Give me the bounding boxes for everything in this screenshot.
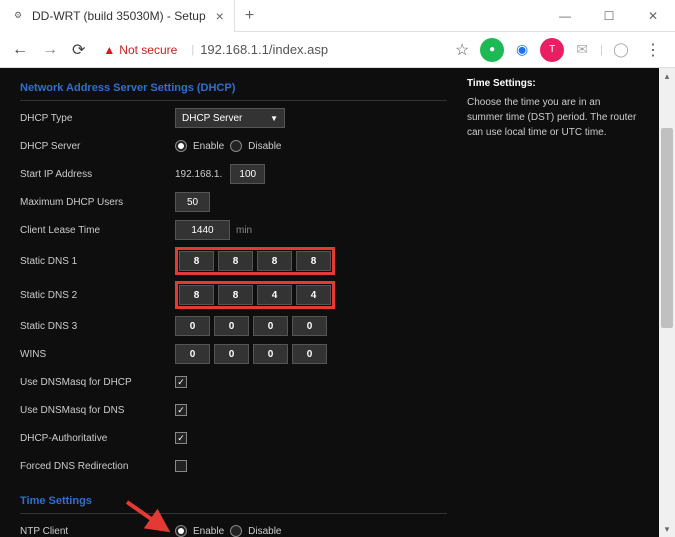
chevron-down-icon: ▼ [270, 114, 278, 123]
ip-prefix: 192.168.1. [175, 169, 222, 180]
dhcp-auth-checkbox[interactable]: ✓ [175, 432, 187, 444]
back-button[interactable]: ← [8, 37, 32, 63]
dns2-oct3[interactable]: 4 [257, 285, 292, 305]
label-dns3: Static DNS 3 [20, 321, 175, 332]
dns3-oct1[interactable]: 0 [175, 316, 210, 336]
label-start-ip: Start IP Address [20, 169, 175, 180]
extension-icon-3[interactable]: T [540, 38, 564, 62]
dhcp-section-title: Network Address Server Settings (DHCP) [20, 76, 447, 101]
label-wins: WINS [20, 349, 175, 360]
max-users-input[interactable]: 50 [175, 192, 210, 212]
dns2-oct4[interactable]: 4 [296, 285, 331, 305]
url-separator: | [191, 44, 194, 56]
scrollbar[interactable]: ▴ ▾ [659, 68, 675, 537]
label-dnsmasq-dns: Use DNSMasq for DNS [20, 405, 175, 416]
label-dns2: Static DNS 2 [20, 290, 175, 301]
page-content: ▴ ▾ Network Address Server Settings (DHC… [0, 68, 675, 537]
label-dhcp-auth: DHCP-Authoritative [20, 433, 175, 444]
reload-button[interactable]: ⟳ [68, 36, 89, 64]
browser-titlebar: ⚙ DD-WRT (build 35030M) - Setup × + — ☐ … [0, 0, 675, 32]
dns3-oct2[interactable]: 0 [214, 316, 249, 336]
label-dhcp-server: DHCP Server [20, 141, 175, 152]
dnsmasq-dhcp-checkbox[interactable]: ✓ [175, 376, 187, 388]
dhcp-type-select[interactable]: DHCP Server ▼ [175, 108, 285, 128]
tab-title: DD-WRT (build 35030M) - Setup [32, 9, 206, 23]
extension-icon-4[interactable]: ✉ [570, 38, 594, 62]
scrollbar-thumb[interactable] [661, 128, 673, 328]
dns2-oct1[interactable]: 8 [179, 285, 214, 305]
help-title: Time Settings: [467, 76, 637, 91]
bookmark-icon[interactable]: ☆ [450, 38, 474, 62]
ntp-disable-radio[interactable] [230, 525, 242, 537]
help-panel: Time Settings: Choose the time you are i… [467, 76, 637, 537]
wins-oct2[interactable]: 0 [214, 344, 249, 364]
wins-oct1[interactable]: 0 [175, 344, 210, 364]
lease-time-input[interactable]: 1440 [175, 220, 230, 240]
wins-oct3[interactable]: 0 [253, 344, 288, 364]
dhcp-disable-radio[interactable] [230, 140, 242, 152]
label-dns1: Static DNS 1 [20, 256, 175, 267]
close-window-icon[interactable]: ✕ [631, 0, 675, 32]
label-forced-dns: Forced DNS Redirection [20, 461, 175, 472]
warning-icon: ▲ [103, 43, 115, 57]
scroll-down-icon[interactable]: ▾ [659, 521, 675, 537]
wins-oct4[interactable]: 0 [292, 344, 327, 364]
url-text[interactable]: 192.168.1.1/index.asp [200, 42, 328, 57]
menu-icon[interactable]: ⋮ [639, 40, 667, 60]
dns1-highlight: 8 8 8 8 [175, 247, 335, 275]
ddwrt-favicon: ⚙ [10, 8, 26, 24]
profile-icon[interactable]: ◯ [609, 38, 633, 62]
label-dhcp-type: DHCP Type [20, 113, 175, 124]
help-text: Choose the time you are in an summer tim… [467, 95, 637, 140]
dns3-oct4[interactable]: 0 [292, 316, 327, 336]
minimize-icon[interactable]: — [543, 0, 587, 32]
maximize-icon[interactable]: ☐ [587, 0, 631, 32]
dns2-oct2[interactable]: 8 [218, 285, 253, 305]
dns1-oct4[interactable]: 8 [296, 251, 331, 271]
extension-icon-1[interactable]: ● [480, 38, 504, 62]
start-ip-input[interactable]: 100 [230, 164, 265, 184]
dns1-oct1[interactable]: 8 [179, 251, 214, 271]
extension-icon-2[interactable]: ◉ [510, 38, 534, 62]
new-tab-button[interactable]: + [235, 7, 264, 25]
address-bar: ← → ⟳ ▲ Not secure | 192.168.1.1/index.a… [0, 32, 675, 68]
label-ntp-client: NTP Client [20, 526, 175, 537]
label-dnsmasq-dhcp: Use DNSMasq for DHCP [20, 377, 175, 388]
dnsmasq-dns-checkbox[interactable]: ✓ [175, 404, 187, 416]
dns1-oct3[interactable]: 8 [257, 251, 292, 271]
forward-button[interactable]: → [38, 37, 62, 63]
dns1-oct2[interactable]: 8 [218, 251, 253, 271]
dns3-oct3[interactable]: 0 [253, 316, 288, 336]
security-warning[interactable]: ▲ Not secure [95, 43, 185, 57]
scroll-up-icon[interactable]: ▴ [659, 68, 675, 84]
browser-tab[interactable]: ⚙ DD-WRT (build 35030M) - Setup × [0, 0, 235, 32]
time-section-title: Time Settings [20, 489, 447, 514]
close-icon[interactable]: × [216, 8, 224, 24]
dhcp-enable-radio[interactable] [175, 140, 187, 152]
label-max-users: Maximum DHCP Users [20, 197, 175, 208]
forced-dns-checkbox[interactable] [175, 460, 187, 472]
ntp-enable-radio[interactable] [175, 525, 187, 537]
dns2-highlight: 8 8 4 4 [175, 281, 335, 309]
label-lease-time: Client Lease Time [20, 225, 175, 236]
window-controls: — ☐ ✕ [543, 0, 675, 32]
